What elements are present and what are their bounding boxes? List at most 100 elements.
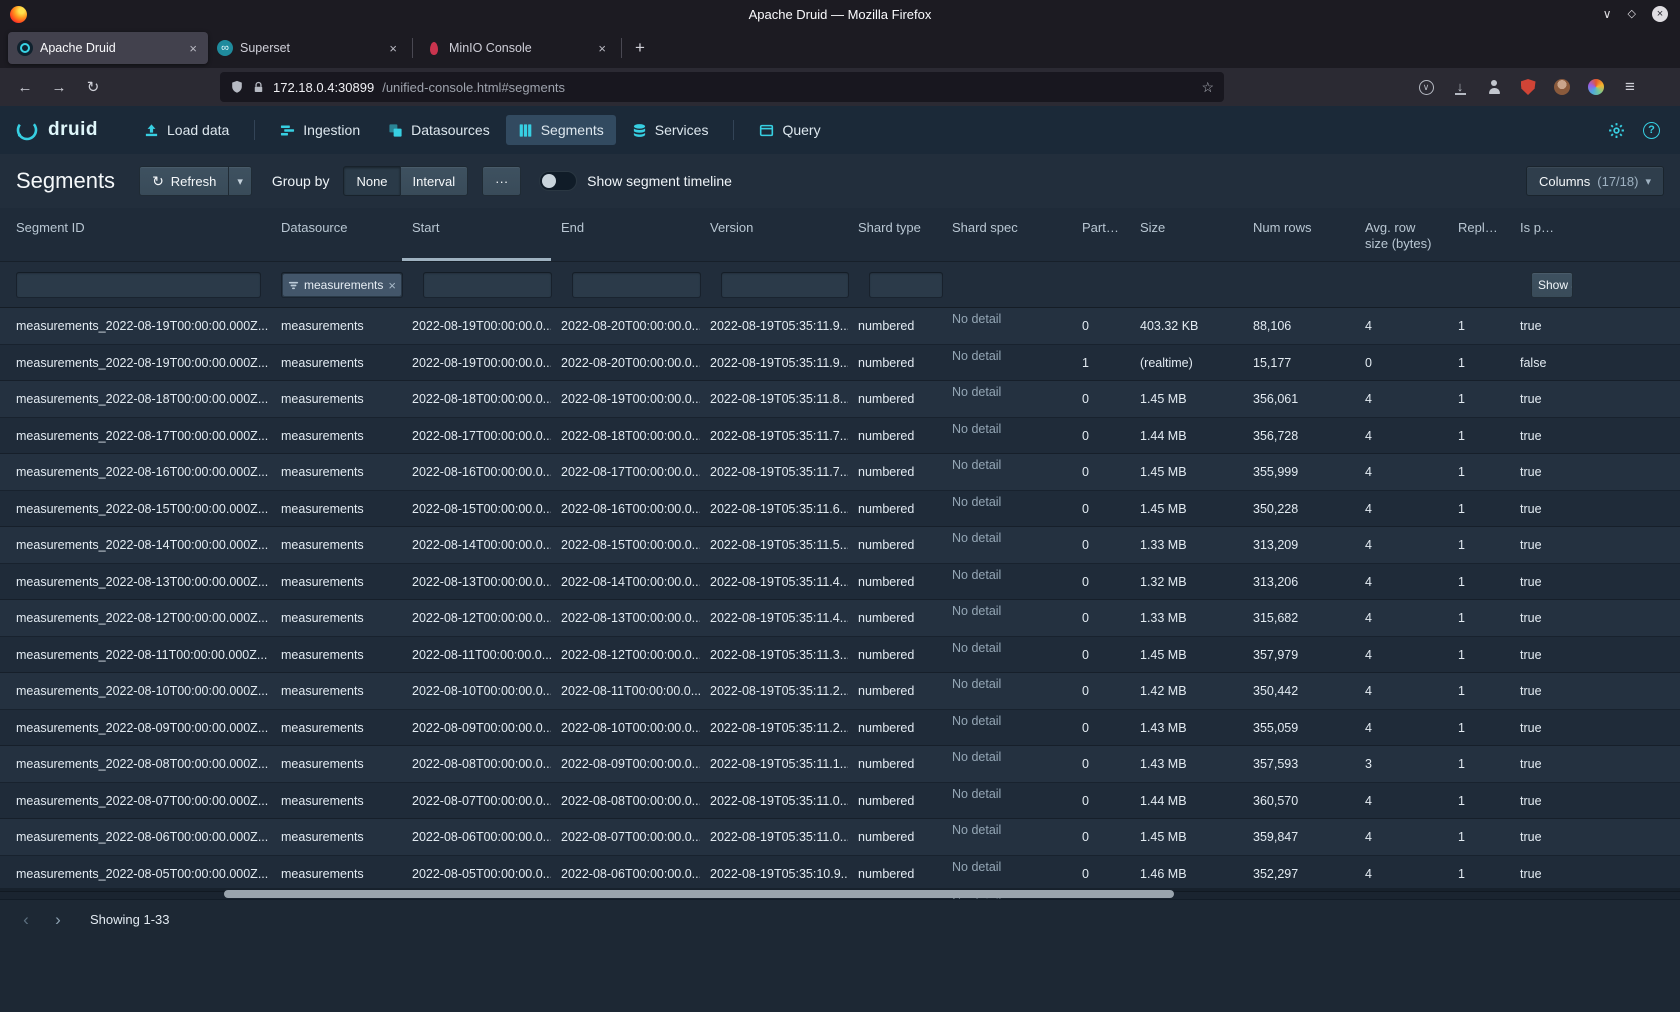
tab-close-icon[interactable]: × <box>596 41 608 56</box>
cell-is_published[interactable]: true <box>1510 465 1570 479</box>
cell-avg_row_size[interactable]: 0 <box>1355 356 1448 370</box>
cell-partition[interactable]: 0 <box>1072 611 1130 625</box>
cell-shard_spec[interactable]: No detail <box>942 637 1072 655</box>
cell-start[interactable]: 2022-08-13T00:00:00.0... <box>402 575 551 589</box>
cell-num_rows[interactable]: 350,228 <box>1243 502 1355 516</box>
filter-input-shard_type[interactable] <box>869 272 943 298</box>
datasource-filter-tag[interactable]: measurements× <box>283 274 401 296</box>
cell-num_rows[interactable]: 88,106 <box>1243 319 1355 333</box>
cell-segment_id[interactable]: measurements_2022-08-07T00:00:00.000Z... <box>6 794 271 808</box>
ublock-icon[interactable] <box>1513 73 1543 101</box>
back-button[interactable]: ← <box>10 73 40 101</box>
cell-num_rows[interactable]: 350,442 <box>1243 684 1355 698</box>
cell-start[interactable]: 2022-08-06T00:00:00.0... <box>402 830 551 844</box>
cell-end[interactable]: 2022-08-18T00:00:00.0... <box>551 429 700 443</box>
cell-version[interactable]: 2022-08-19T05:35:11.1... <box>700 757 848 771</box>
cell-end[interactable]: 2022-08-08T00:00:00.0... <box>551 794 700 808</box>
cell-avg_row_size[interactable]: 4 <box>1355 794 1448 808</box>
cell-shard_spec[interactable]: No detail <box>942 345 1072 363</box>
cell-shard_type[interactable]: numbered <box>848 356 942 370</box>
cell-start[interactable]: 2022-08-16T00:00:00.0... <box>402 465 551 479</box>
cell-end[interactable]: 2022-08-20T00:00:00.0... <box>551 356 700 370</box>
cell-partition[interactable]: 0 <box>1072 757 1130 771</box>
column-header-avg_row_size[interactable]: Avg. row size (bytes) <box>1355 208 1448 261</box>
cell-end[interactable]: 2022-08-07T00:00:00.0... <box>551 830 700 844</box>
cell-shard_spec[interactable]: No detail <box>942 673 1072 691</box>
cell-segment_id[interactable]: measurements_2022-08-15T00:00:00.000Z... <box>6 502 271 516</box>
cell-segment_id[interactable]: measurements_2022-08-16T00:00:00.000Z... <box>6 465 271 479</box>
cell-partition[interactable]: 0 <box>1072 830 1130 844</box>
cell-size[interactable]: 403.32 KB <box>1130 319 1243 333</box>
group-interval-button[interactable]: Interval <box>400 166 469 196</box>
settings-button[interactable] <box>1608 122 1625 139</box>
tab-close-icon[interactable]: × <box>187 41 199 56</box>
cell-num_rows[interactable]: 357,979 <box>1243 648 1355 662</box>
cell-end[interactable]: 2022-08-13T00:00:00.0... <box>551 611 700 625</box>
columns-button[interactable]: Columns (17/18) ▾ <box>1526 166 1664 196</box>
cell-avg_row_size[interactable]: 4 <box>1355 575 1448 589</box>
cell-avg_row_size[interactable]: 4 <box>1355 429 1448 443</box>
cell-start[interactable]: 2022-08-19T00:00:00.0... <box>402 319 551 333</box>
cell-shard_spec[interactable]: No detail <box>942 746 1072 764</box>
cell-segment_id[interactable]: measurements_2022-08-14T00:00:00.000Z... <box>6 538 271 552</box>
next-page-button[interactable]: › <box>44 906 72 934</box>
close-icon[interactable]: × <box>1652 6 1668 22</box>
cell-partition[interactable]: 0 <box>1072 319 1130 333</box>
cell-num_rows[interactable]: 359,847 <box>1243 830 1355 844</box>
cell-size[interactable]: 1.43 MB <box>1130 721 1243 735</box>
cell-end[interactable]: 2022-08-16T00:00:00.0... <box>551 502 700 516</box>
cell-start[interactable]: 2022-08-11T00:00:00.0... <box>402 648 551 662</box>
cell-datasource[interactable]: measurements <box>271 538 402 552</box>
filter-input-end[interactable] <box>572 272 701 298</box>
cell-size[interactable]: 1.45 MB <box>1130 648 1243 662</box>
column-header-replication[interactable]: Replication <box>1448 208 1510 261</box>
cell-shard_type[interactable]: numbered <box>848 319 942 333</box>
datasource-filter[interactable]: measurements× <box>281 272 403 298</box>
cell-avg_row_size[interactable]: 4 <box>1355 867 1448 881</box>
cell-datasource[interactable]: measurements <box>271 611 402 625</box>
cell-replication[interactable]: 1 <box>1448 392 1510 406</box>
cell-is_published[interactable]: true <box>1510 721 1570 735</box>
cell-shard_type[interactable]: numbered <box>848 867 942 881</box>
cell-shard_spec[interactable]: No detail <box>942 710 1072 728</box>
cell-end[interactable]: 2022-08-15T00:00:00.0... <box>551 538 700 552</box>
cell-start[interactable]: 2022-08-07T00:00:00.0... <box>402 794 551 808</box>
cell-avg_row_size[interactable]: 4 <box>1355 502 1448 516</box>
cell-shard_spec[interactable]: No detail <box>942 381 1072 399</box>
nav-item-services[interactable]: Services <box>620 115 721 145</box>
cell-version[interactable]: 2022-08-19T05:35:11.2... <box>700 684 848 698</box>
cell-is_published[interactable]: true <box>1510 575 1570 589</box>
cell-shard_spec[interactable]: No detail <box>942 418 1072 436</box>
remove-filter-icon[interactable]: × <box>388 278 396 293</box>
cell-num_rows[interactable]: 356,728 <box>1243 429 1355 443</box>
cell-replication[interactable]: 1 <box>1448 867 1510 881</box>
more-button[interactable]: ··· <box>482 166 521 196</box>
cell-start[interactable]: 2022-08-09T00:00:00.0... <box>402 721 551 735</box>
cell-avg_row_size[interactable]: 4 <box>1355 392 1448 406</box>
cell-partition[interactable]: 0 <box>1072 465 1130 479</box>
cell-datasource[interactable]: measurements <box>271 648 402 662</box>
cell-size[interactable]: 1.42 MB <box>1130 684 1243 698</box>
cell-size[interactable]: (realtime) <box>1130 356 1243 370</box>
cell-segment_id[interactable]: measurements_2022-08-12T00:00:00.000Z... <box>6 611 271 625</box>
cell-partition[interactable]: 0 <box>1072 867 1130 881</box>
cell-is_published[interactable]: true <box>1510 319 1570 333</box>
tab-close-icon[interactable]: × <box>387 41 399 56</box>
cell-segment_id[interactable]: measurements_2022-08-08T00:00:00.000Z... <box>6 757 271 771</box>
cell-start[interactable]: 2022-08-18T00:00:00.0... <box>402 392 551 406</box>
filter-input-start[interactable] <box>423 272 552 298</box>
cell-avg_row_size[interactable]: 4 <box>1355 830 1448 844</box>
cell-partition[interactable]: 0 <box>1072 392 1130 406</box>
horizontal-scrollbar[interactable] <box>0 888 1680 899</box>
cell-end[interactable]: 2022-08-06T00:00:00.0... <box>551 867 700 881</box>
cell-replication[interactable]: 1 <box>1448 611 1510 625</box>
column-header-version[interactable]: Version <box>700 208 848 261</box>
cell-version[interactable]: 2022-08-19T05:35:11.0... <box>700 794 848 808</box>
cell-version[interactable]: 2022-08-19T05:35:11.6... <box>700 502 848 516</box>
cell-avg_row_size[interactable]: 4 <box>1355 319 1448 333</box>
cell-num_rows[interactable]: 356,061 <box>1243 392 1355 406</box>
cell-end[interactable]: 2022-08-17T00:00:00.0... <box>551 465 700 479</box>
cell-num_rows[interactable]: 313,209 <box>1243 538 1355 552</box>
lock-icon[interactable] <box>252 81 265 94</box>
cell-start[interactable]: 2022-08-05T00:00:00.0... <box>402 867 551 881</box>
